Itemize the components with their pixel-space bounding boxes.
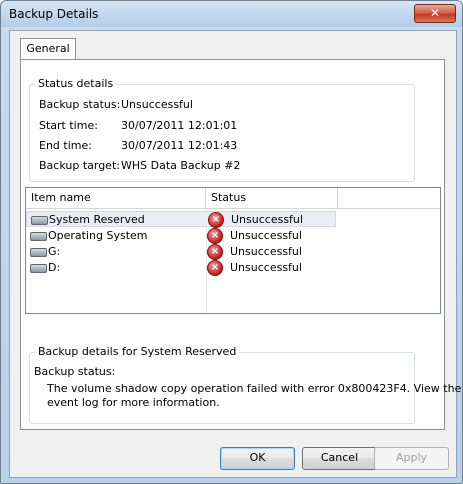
close-button[interactable]: ✕ <box>414 4 456 23</box>
backup-details-window: Backup Details ✕ General Status details … <box>0 0 463 484</box>
dialog-client-area: General Status details Backup status: Un… <box>9 30 461 478</box>
backup-details-legend: Backup details for System Reserved <box>35 345 240 358</box>
column-header-item-name[interactable]: Item name <box>26 188 206 208</box>
apply-button[interactable]: Apply <box>374 447 449 470</box>
backup-target-label: Backup target: <box>39 159 120 172</box>
item-name: D: <box>48 261 61 274</box>
item-name: System Reserved <box>49 213 145 226</box>
error-icon: × <box>207 244 223 260</box>
start-time-value: 30/07/2011 12:01:01 <box>121 119 238 132</box>
drive-icon <box>30 232 47 241</box>
end-time-value: 30/07/2011 12:01:43 <box>121 139 238 152</box>
status-details-legend: Status details <box>35 77 117 90</box>
backup-status-value: Unsuccessful <box>121 98 193 111</box>
list-item[interactable]: System Reserved × Unsuccessful <box>26 211 336 228</box>
error-icon: × <box>207 260 223 276</box>
items-list[interactable]: Item name Status System Reserved × Unsuc… <box>25 187 441 314</box>
item-status: Unsuccessful <box>230 245 302 258</box>
drive-icon <box>30 248 47 257</box>
error-icon: × <box>208 212 224 228</box>
end-time-label: End time: <box>39 139 92 152</box>
item-status: Unsuccessful <box>230 229 302 242</box>
list-item[interactable]: Operating System × Unsuccessful <box>26 228 336 244</box>
item-name: G: <box>48 245 61 258</box>
item-status: Unsuccessful <box>231 213 303 226</box>
drive-icon <box>31 216 48 225</box>
list-header: Item name Status <box>26 188 440 209</box>
details-message-line2: event log for more information. <box>47 396 220 409</box>
general-tab-panel: Status details Backup status: Unsuccessf… <box>20 59 461 430</box>
list-item[interactable]: D: × Unsuccessful <box>26 260 336 276</box>
status-details-group: Status details Backup status: Unsuccessf… <box>29 77 415 182</box>
ok-button[interactable]: OK <box>220 447 295 470</box>
cancel-button[interactable]: Cancel <box>302 447 377 470</box>
column-header-status[interactable]: Status <box>206 188 338 208</box>
close-icon: ✕ <box>429 6 441 20</box>
details-status-label: Backup status: <box>34 365 116 378</box>
list-item[interactable]: G: × Unsuccessful <box>26 244 336 260</box>
window-title: Backup Details <box>9 7 99 21</box>
item-name: Operating System <box>48 229 148 242</box>
title-bar[interactable]: Backup Details ✕ <box>1 1 462 27</box>
backup-target-value: WHS Data Backup #2 <box>121 159 241 172</box>
error-icon: × <box>207 228 223 244</box>
details-message-line1: The volume shadow copy operation failed … <box>47 382 462 395</box>
drive-icon <box>30 264 47 273</box>
backup-status-label: Backup status: <box>39 98 121 111</box>
backup-details-group: Backup details for System Reserved Backu… <box>29 345 461 424</box>
tab-general[interactable]: General <box>20 38 76 59</box>
start-time-label: Start time: <box>39 119 98 132</box>
item-status: Unsuccessful <box>230 261 302 274</box>
